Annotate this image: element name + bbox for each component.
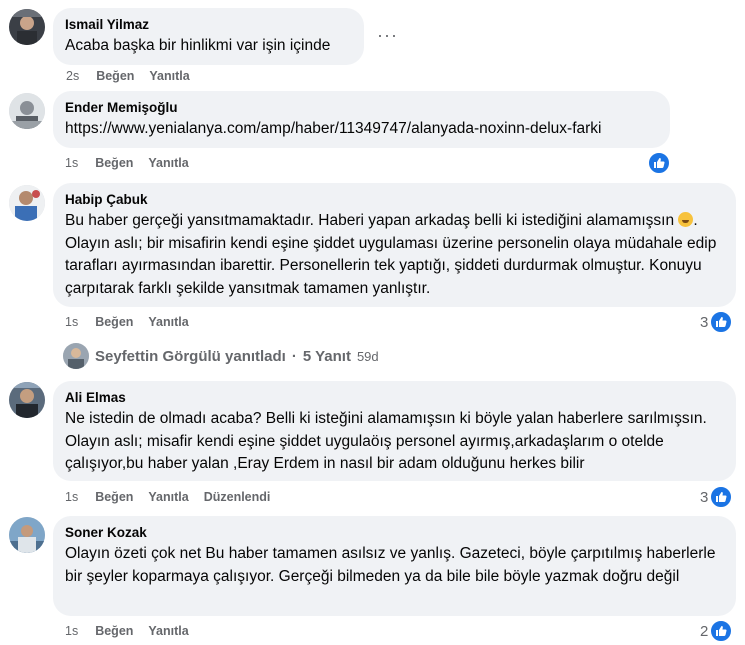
like-reaction-icon [709, 619, 734, 643]
view-replies-link[interactable]: Seyfettin Görgülü yanıtladı · 5 Yanıt 59… [63, 343, 379, 369]
comment-text: Ne istedin de olmadı acaba? Belli ki ist… [65, 410, 707, 472]
comment-time[interactable]: 1s [65, 489, 78, 505]
comment-author[interactable]: Habip Çabuk [65, 191, 724, 208]
comment-time[interactable]: 1s [65, 314, 78, 330]
like-button[interactable]: Beğen [95, 155, 133, 171]
comment-author[interactable]: Ismail Yilmaz [65, 16, 352, 33]
comment-bubble: Ismail Yilmaz Acaba başka bir hinlikmi v… [53, 8, 364, 65]
comment-author[interactable]: Ender Memişoğlu [65, 99, 658, 116]
comment-actions: 1s Beğen Yanıtla Düzenlendi [65, 489, 270, 505]
reply-button[interactable]: Yanıtla [149, 68, 189, 84]
avatar[interactable] [9, 517, 45, 553]
reply-button[interactable]: Yanıtla [148, 623, 188, 639]
reaction-count: 3 [700, 488, 709, 506]
edited-label[interactable]: Düzenlendi [204, 489, 271, 505]
laughing-emoji-icon [678, 212, 694, 227]
like-reaction-icon [709, 485, 734, 509]
replies-time: 59d [356, 348, 379, 364]
comment-text: Acaba başka bir hinlikmi var işin içinde [65, 37, 331, 54]
comment-link[interactable]: https://www.yenialanya.com/amp/haber/113… [65, 118, 658, 141]
like-button[interactable]: Beğen [96, 68, 134, 84]
comment-actions: 1s Beğen Yanıtla [65, 314, 189, 330]
avatar[interactable] [9, 382, 45, 418]
reaction-summary[interactable]: 3 [700, 485, 734, 509]
comment-bubble: Ali Elmas Ne istedin de olmadı acaba? Be… [53, 381, 736, 481]
comment-text: Olayın özeti çok net Bu haber tamamen as… [65, 545, 716, 585]
replies-separator: · [291, 347, 297, 365]
replies-count: 5 Yanıt [302, 347, 351, 365]
like-button[interactable]: Beğen [95, 314, 133, 330]
reply-button[interactable]: Yanıtla [148, 489, 188, 505]
comment-author[interactable]: Soner Kozak [65, 524, 724, 541]
reaction-summary[interactable]: 2 [700, 619, 734, 643]
reaction-count: 3 [700, 313, 709, 331]
comment-time[interactable]: 1s [65, 623, 78, 639]
comment-time[interactable]: 2s [66, 68, 79, 84]
comment-bubble: Habip Çabuk Bu haber gerçeği yansıtmamak… [53, 183, 736, 307]
comment-text: Bu haber gerçeği yansıtmamaktadır. Haber… [65, 210, 724, 300]
avatar[interactable] [9, 185, 45, 221]
avatar[interactable] [9, 93, 45, 129]
like-button[interactable]: Beğen [95, 489, 133, 505]
reaction-count: 2 [700, 622, 709, 640]
like-button[interactable]: Beğen [95, 623, 133, 639]
comment-author[interactable]: Ali Elmas [65, 389, 724, 406]
avatar[interactable] [9, 9, 45, 45]
reply-button[interactable]: Yanıtla [148, 155, 188, 171]
reply-button[interactable]: Yanıtla [148, 314, 188, 330]
comment-bubble: Soner Kozak Olayın özeti çok net Bu habe… [53, 516, 736, 616]
reaction-summary[interactable] [647, 151, 671, 175]
comment-actions: 1s Beğen Yanıtla [65, 623, 189, 639]
comment-time[interactable]: 1s [65, 155, 78, 171]
comment-text-part: Bu haber gerçeği yansıtmamaktadır. Haber… [65, 212, 675, 229]
avatar [63, 343, 89, 369]
like-reaction-icon [709, 310, 734, 334]
like-reaction-icon [647, 151, 671, 175]
comment-bubble: Ender Memişoğlu https://www.yenialanya.c… [53, 91, 670, 148]
comment-actions: 2s Beğen Yanıtla [66, 68, 190, 84]
replies-label: Seyfettin Görgülü yanıtladı [95, 347, 286, 365]
more-options-icon[interactable]: ··· [377, 25, 398, 46]
comment-actions: 1s Beğen Yanıtla [65, 155, 189, 171]
reaction-summary[interactable]: 3 [700, 310, 734, 334]
